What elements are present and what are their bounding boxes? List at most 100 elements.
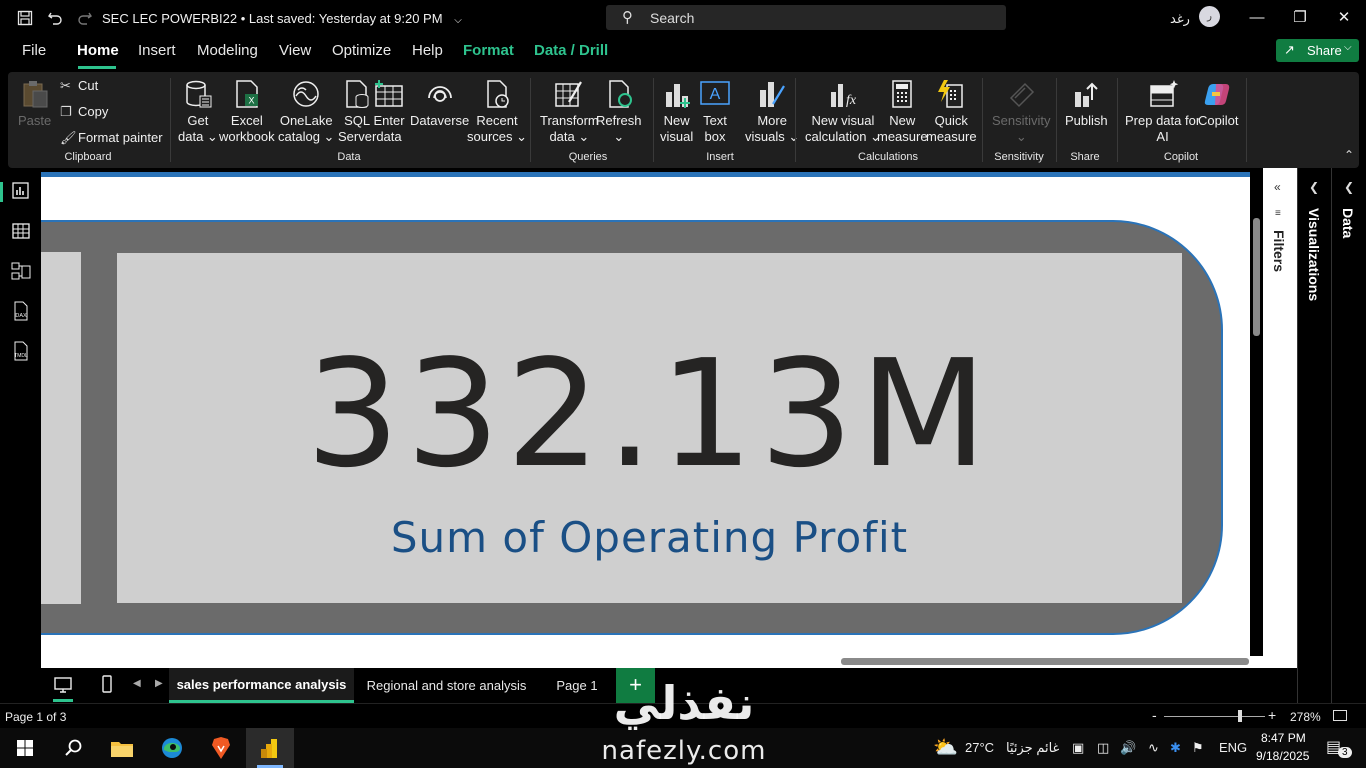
refresh-icon: [609, 80, 632, 108]
prev-page-icon[interactable]: ◀: [133, 678, 141, 689]
visualizations-pane-label[interactable]: Visualizations: [1306, 208, 1322, 301]
new-measure-button[interactable]: New measure: [877, 78, 928, 145]
brave-browser-icon[interactable]: [206, 733, 236, 763]
add-page-button[interactable]: +: [616, 668, 655, 703]
user-name[interactable]: رغد: [1170, 11, 1190, 27]
page-tab-regional-store[interactable]: Regional and store analysis: [355, 668, 538, 703]
wifi-icon[interactable]: ∿: [1148, 740, 1159, 756]
text-box-button[interactable]: A Text box: [699, 78, 731, 145]
get-data-button[interactable]: Get data ⌄: [178, 78, 218, 145]
security-icon[interactable]: ⚑: [1192, 740, 1204, 756]
data-pane[interactable]: ❮ Data: [1331, 168, 1366, 703]
tab-insert[interactable]: Insert: [138, 42, 176, 59]
undo-icon[interactable]: [44, 7, 66, 29]
vertical-scrollbar[interactable]: [1250, 168, 1263, 658]
copilot-button[interactable]: Copilot: [1198, 78, 1238, 145]
page-tab-sales-performance[interactable]: sales performance analysis: [169, 668, 354, 703]
report-view-icon[interactable]: [10, 180, 32, 202]
enter-data-button[interactable]: Enter data: [373, 78, 405, 145]
save-icon[interactable]: [14, 7, 36, 29]
next-page-icon[interactable]: ▶: [155, 678, 163, 689]
onelake-catalog-button[interactable]: OneLake catalog ⌄: [278, 78, 334, 145]
filters-pane-label[interactable]: Filters: [1271, 230, 1287, 272]
expand-chevron-icon[interactable]: ❮: [1344, 180, 1354, 194]
zoom-level[interactable]: 278%: [1290, 710, 1321, 724]
weather-icon[interactable]: ⛅: [933, 735, 958, 760]
windows-start-icon[interactable]: [10, 733, 40, 763]
excel-workbook-button[interactable]: X Excel workbook: [219, 78, 275, 145]
new-visual-calculation-button[interactable]: fx New visual calculation ⌄: [805, 78, 881, 145]
dataverse-button[interactable]: Dataverse: [410, 78, 469, 145]
kpi-card[interactable]: 332.13M Sum of Operating Profit: [117, 253, 1182, 603]
expand-chevron-icon[interactable]: ❮: [1309, 180, 1319, 194]
expand-chevron-icon[interactable]: «: [1274, 180, 1281, 194]
redo-icon[interactable]: [74, 7, 96, 29]
zoom-out-button[interactable]: -: [1152, 707, 1157, 723]
collapse-ribbon-icon[interactable]: ⌃: [1344, 148, 1354, 162]
clock-date[interactable]: 9/18/2025: [1256, 749, 1309, 763]
restore-button[interactable]: ❐: [1286, 6, 1314, 30]
sql-server-button[interactable]: SQL Server: [338, 78, 376, 145]
model-view-icon[interactable]: [10, 260, 32, 282]
quick-measure-button[interactable]: Quick measure: [926, 78, 977, 145]
copy-button[interactable]: ❐ Copy: [60, 104, 108, 120]
transform-data-button[interactable]: Transform data ⌄: [540, 78, 599, 145]
page-tab-page-1[interactable]: Page 1: [539, 668, 615, 703]
tab-home[interactable]: Home: [77, 42, 119, 59]
data-pane-label[interactable]: Data: [1340, 208, 1356, 238]
filters-pane[interactable]: « ≡ Filters: [1263, 168, 1297, 668]
avatar[interactable]: ر: [1199, 6, 1220, 27]
device-icon[interactable]: ◫: [1097, 740, 1109, 756]
file-explorer-icon[interactable]: [107, 733, 137, 763]
chevron-down-icon[interactable]: ⌵: [454, 15, 462, 26]
tmdl-view-icon[interactable]: TMDL: [10, 340, 32, 362]
new-visual-button[interactable]: New visual: [660, 78, 693, 145]
chevron-down-icon: ⌵: [1344, 42, 1352, 53]
weather-text[interactable]: غائم جزئيًا: [1006, 740, 1059, 756]
table-view-icon[interactable]: [10, 220, 32, 242]
horizontal-scrollbar[interactable]: [41, 656, 1263, 668]
more-visuals-button[interactable]: More visuals ⌄: [745, 78, 799, 145]
adjacent-visual[interactable]: [41, 252, 81, 604]
minimize-button[interactable]: —: [1243, 6, 1271, 30]
edge-browser-icon[interactable]: [157, 733, 187, 763]
temperature[interactable]: 27°C: [965, 740, 994, 755]
tab-view[interactable]: View: [279, 42, 311, 59]
horizontal-scrollbar-thumb[interactable]: [841, 658, 1249, 665]
tab-modeling[interactable]: Modeling: [197, 42, 258, 59]
refresh-button[interactable]: Refresh ⌄: [596, 78, 642, 145]
tab-file[interactable]: File: [22, 42, 46, 59]
network-adapter-icon[interactable]: ▣: [1072, 740, 1084, 756]
volume-icon[interactable]: 🔊: [1120, 740, 1136, 756]
input-language[interactable]: ENG: [1219, 740, 1247, 755]
clock-time[interactable]: 8:47 PM: [1261, 731, 1306, 745]
format-painter-button[interactable]: 🖌Format painter: [60, 130, 163, 146]
visualizations-pane[interactable]: ❮ Visualizations: [1297, 168, 1331, 703]
desktop-layout-icon[interactable]: [53, 675, 73, 695]
vertical-scrollbar-thumb[interactable]: [1253, 218, 1260, 336]
zoom-in-button[interactable]: +: [1268, 707, 1276, 723]
sensitivity-button[interactable]: Sensitivity ⌄: [992, 78, 1051, 145]
document-title[interactable]: SEC LEC POWERBI22 • Last saved: Yesterda…: [102, 11, 462, 26]
publish-button[interactable]: Publish: [1065, 78, 1108, 145]
share-button[interactable]: ↗ Share ⌵: [1276, 39, 1359, 62]
cut-button[interactable]: ✂ Cut: [60, 78, 98, 94]
tab-optimize[interactable]: Optimize: [332, 42, 391, 59]
search-input[interactable]: ⚲ Search: [606, 5, 1006, 30]
mobile-layout-icon[interactable]: [97, 674, 117, 694]
fit-to-page-icon[interactable]: [1333, 710, 1347, 721]
tab-help[interactable]: Help: [412, 42, 443, 59]
paste-button[interactable]: Paste: [18, 78, 51, 129]
tab-format[interactable]: Format: [463, 42, 514, 59]
zoom-slider[interactable]: [1164, 716, 1265, 717]
taskbar-search-icon[interactable]: [58, 733, 88, 763]
recent-sources-button[interactable]: Recent sources ⌄: [467, 78, 527, 145]
zoom-slider-thumb[interactable]: [1237, 710, 1242, 722]
bluetooth-icon[interactable]: ✱: [1170, 740, 1181, 756]
dax-query-view-icon[interactable]: DAX: [10, 300, 32, 322]
close-button[interactable]: ✕: [1330, 6, 1358, 30]
power-bi-icon[interactable]: [255, 733, 285, 763]
report-canvas[interactable]: 332.13M Sum of Operating Profit: [41, 168, 1263, 668]
tab-data-drill[interactable]: Data / Drill: [534, 42, 608, 59]
prep-data-for-ai-button[interactable]: Prep data for AI: [1125, 78, 1200, 145]
